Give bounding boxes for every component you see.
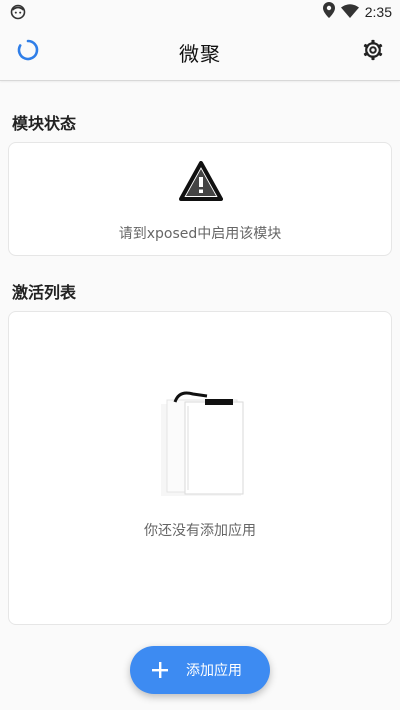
add-app-button[interactable]: 添加应用 [130, 646, 270, 694]
app-bar: 微聚 [0, 24, 400, 81]
page-title: 微聚 [179, 42, 221, 66]
add-app-label: 添加应用 [186, 663, 242, 679]
location-icon [322, 2, 335, 22]
active-list-heading: 激活列表 [12, 283, 77, 302]
status-bar: 2:35 [0, 0, 400, 24]
module-status-heading: 模块状态 [12, 114, 77, 133]
wifi-icon [340, 3, 359, 22]
gear-icon [362, 39, 384, 65]
plus-icon [148, 658, 172, 682]
empty-clipboard-icon [147, 382, 257, 502]
status-time: 2:35 [364, 4, 392, 20]
status-indicators: 2:35 [322, 2, 392, 22]
module-status-card: 请到xposed中启用该模块 [8, 142, 392, 256]
notification-face-icon [10, 4, 26, 20]
active-list-card: 你还没有添加应用 [8, 311, 392, 625]
settings-button[interactable] [360, 39, 386, 65]
empty-list-message: 你还没有添加应用 [144, 523, 256, 539]
warning-icon [179, 161, 223, 201]
module-status-message: 请到xposed中启用该模块 [118, 226, 282, 242]
